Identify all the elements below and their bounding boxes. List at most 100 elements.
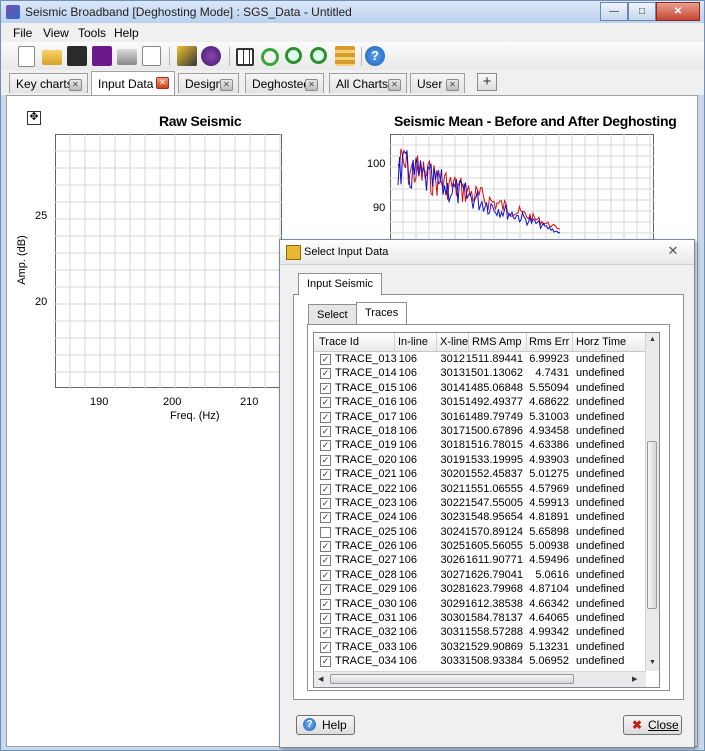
open-folder-icon[interactable]: [42, 50, 62, 65]
row-checkbox[interactable]: ✓: [320, 541, 331, 553]
dialog-close-icon[interactable]: ✕: [658, 243, 688, 259]
menu-view[interactable]: View: [43, 26, 69, 40]
tab-input-seismic[interactable]: Input Seismic: [298, 273, 383, 295]
close-button[interactable]: ✖ Close: [623, 715, 682, 735]
scroll-up-icon[interactable]: ▲: [649, 336, 656, 343]
table-row[interactable]: ✓ TRACE_026 106 3025 1605.56055 5.00938 undefi…: [314, 539, 646, 553]
menu-file[interactable]: File: [13, 26, 32, 40]
column-header[interactable]: RMS Amp: [472, 336, 522, 348]
refresh-icon[interactable]: [261, 48, 279, 66]
close-tab-icon[interactable]: ✕: [69, 79, 82, 91]
grid-icon[interactable]: [236, 48, 254, 66]
horizontal-scroll-thumb[interactable]: [330, 674, 574, 684]
tab-design[interactable]: Design ✕: [178, 73, 239, 93]
row-checkbox[interactable]: ✓: [320, 382, 331, 394]
row-checkbox[interactable]: ✓: [320, 497, 331, 509]
close-window-button[interactable]: ✕: [656, 2, 700, 21]
traces-table[interactable]: Trace Id In-line X-line RMS Amp Rms Err …: [313, 332, 660, 688]
scroll-down-icon[interactable]: ▼: [649, 659, 656, 666]
row-checkbox[interactable]: ✓: [320, 440, 331, 452]
zoom-out-icon[interactable]: [310, 47, 327, 64]
vertical-scrollbar[interactable]: ▲ ▼: [645, 333, 659, 671]
table-row[interactable]: ✓ TRACE_029 106 3028 1623.79968 4.87104 undefi…: [314, 582, 646, 596]
table-row[interactable]: ✓ TRACE_027 106 3026 1611.90771 4.59496 undefi…: [314, 553, 646, 567]
raw-chart-plot[interactable]: [55, 134, 282, 389]
column-header[interactable]: Rms Err: [529, 336, 569, 348]
table-row[interactable]: ✓ TRACE_033 106 3032 1529.90869 5.13231 undefi…: [314, 640, 646, 654]
row-checkbox[interactable]: ✓: [320, 354, 331, 365]
row-checkbox[interactable]: ✓: [320, 397, 331, 409]
column-header[interactable]: Horz Time: [576, 336, 626, 348]
table-row[interactable]: ✓ TRACE_034 106 3033 1508.93384 5.06952 undefi…: [314, 654, 646, 668]
title-bar[interactable]: Seismic Broadband [Deghosting Mode] : SG…: [1, 1, 704, 23]
row-checkbox[interactable]: ✓: [320, 483, 331, 495]
tab-select[interactable]: Select: [308, 304, 357, 324]
tab-input-data[interactable]: Input Data ✕: [91, 71, 175, 95]
close-tab-icon[interactable]: ✕: [305, 79, 318, 91]
table-row[interactable]: ✓ TRACE_018 106 3017 1500.67896 4.93458 undefi…: [314, 424, 646, 438]
tab-user[interactable]: User ✕: [410, 73, 465, 93]
close-tab-icon[interactable]: ✕: [220, 79, 233, 91]
table-row[interactable]: ✓ TRACE_013 106 3012 1511.89441 6.99923 undefi…: [314, 352, 646, 366]
vertical-scroll-thumb[interactable]: [647, 441, 657, 609]
table-row[interactable]: ✓ TRACE_020 106 3019 1533.19995 4.93903 undefi…: [314, 453, 646, 467]
save-icon[interactable]: [67, 46, 87, 66]
row-checkbox[interactable]: ✓: [320, 598, 331, 610]
menu-help[interactable]: Help: [114, 26, 139, 40]
tab-key-charts[interactable]: Key charts ✕: [9, 73, 88, 93]
row-checkbox[interactable]: ✓: [320, 584, 331, 596]
tab-traces[interactable]: Traces: [356, 302, 408, 324]
table-row[interactable]: ✓ TRACE_021 106 3020 1552.45837 5.01275 undefi…: [314, 467, 646, 481]
close-tab-icon[interactable]: ✕: [446, 79, 459, 91]
table-row[interactable]: ✓ TRACE_031 106 3030 1584.78137 4.64065 undefi…: [314, 611, 646, 625]
layers-icon[interactable]: [335, 46, 355, 66]
add-tab-button[interactable]: +: [477, 73, 497, 91]
row-checkbox[interactable]: ✓: [320, 613, 331, 625]
row-checkbox[interactable]: ✓: [320, 368, 331, 380]
minimize-button[interactable]: —: [600, 2, 628, 21]
maximize-button[interactable]: □: [628, 2, 656, 21]
dialog-title-bar[interactable]: Select Input Data ✕: [280, 240, 694, 265]
scroll-left-icon[interactable]: ◀: [318, 675, 323, 683]
row-checkbox[interactable]: ✓: [320, 641, 331, 653]
scroll-right-icon[interactable]: ▶: [632, 675, 637, 683]
row-checkbox[interactable]: ✓: [320, 555, 331, 567]
column-header[interactable]: Trace Id: [319, 336, 359, 348]
table-row[interactable]: ✓ TRACE_022 106 3021 1551.06555 4.57969 undefi…: [314, 482, 646, 496]
table-row[interactable]: ✓ TRACE_015 106 3014 1485.06848 5.55094 undefi…: [314, 381, 646, 395]
row-checkbox[interactable]: ✓: [320, 627, 331, 639]
table-row[interactable]: ✓ TRACE_032 106 3031 1558.57288 4.99342 undefi…: [314, 625, 646, 639]
table-row[interactable]: ✓ TRACE_030 106 3029 1612.38538 4.66342 undefi…: [314, 597, 646, 611]
mean-chart-plot[interactable]: [390, 134, 654, 244]
help-icon[interactable]: ?: [365, 46, 385, 66]
menu-tools[interactable]: Tools: [78, 26, 106, 40]
horizontal-scrollbar[interactable]: ◀ ▶: [314, 671, 646, 687]
table-row[interactable]: ✓ TRACE_023 106 3022 1547.55005 4.59913 undefi…: [314, 496, 646, 510]
new-file-icon[interactable]: [18, 46, 35, 67]
table-row[interactable]: ✓ TRACE_017 106 3016 1489.79749 5.31003 undefi…: [314, 410, 646, 424]
help-button[interactable]: ? Help: [296, 715, 355, 735]
tab-deghosted[interactable]: Deghosted ✕: [245, 73, 324, 93]
zoom-in-icon[interactable]: [285, 47, 302, 64]
close-tab-icon[interactable]: ✕: [156, 77, 169, 89]
chart-edit-icon[interactable]: [177, 46, 197, 66]
settings-icon[interactable]: [201, 46, 221, 66]
tab-all-charts[interactable]: All Charts ✕: [329, 73, 407, 93]
row-checkbox[interactable]: ✓: [320, 569, 331, 581]
table-row[interactable]: ✓ TRACE_024 106 3023 1548.95654 4.81891 undefi…: [314, 510, 646, 524]
table-row[interactable]: TRACE_025 106 3024 1570.89124 5.65898 undefin…: [314, 525, 646, 539]
row-checkbox[interactable]: ✓: [320, 469, 331, 481]
row-checkbox[interactable]: ✓: [320, 656, 331, 668]
row-checkbox[interactable]: ✓: [320, 425, 331, 437]
row-checkbox[interactable]: ✓: [320, 512, 331, 524]
move-icon[interactable]: ✥: [27, 111, 41, 125]
row-checkbox[interactable]: ✓: [320, 454, 331, 466]
save-as-icon[interactable]: [92, 46, 112, 66]
table-row[interactable]: ✓ TRACE_014 106 3013 1501.13062 4.7431 undefin…: [314, 366, 646, 380]
row-checkbox[interactable]: [320, 526, 331, 538]
row-checkbox[interactable]: ✓: [320, 411, 331, 423]
print-icon[interactable]: [117, 49, 137, 65]
close-tab-icon[interactable]: ✕: [388, 79, 401, 91]
column-header[interactable]: In-line: [398, 336, 428, 348]
table-row[interactable]: ✓ TRACE_016 106 3015 1492.49377 4.68622 undefi…: [314, 395, 646, 409]
